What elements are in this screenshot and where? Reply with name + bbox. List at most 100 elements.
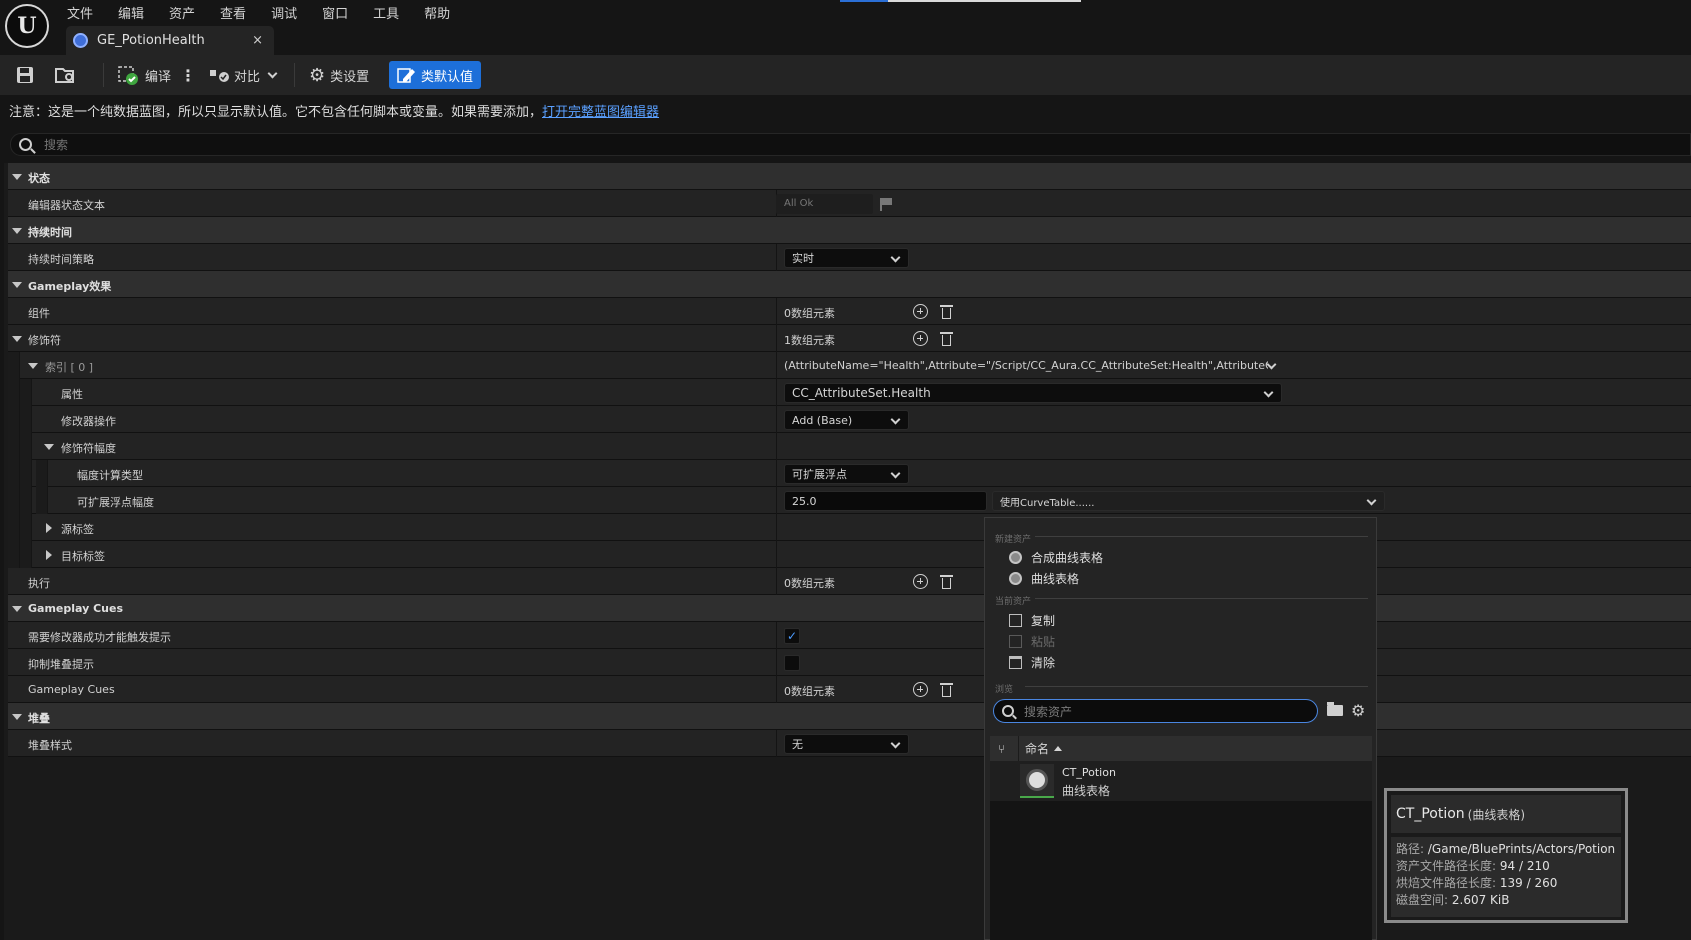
prop-suppress-stacking-cues: 抑制堆叠提示 bbox=[8, 649, 1691, 676]
browse-button[interactable] bbox=[55, 61, 77, 89]
unreal-logo-icon[interactable]: U bbox=[5, 4, 49, 48]
menu-item-new-curve-table[interactable]: 曲线表格 bbox=[1009, 569, 1079, 587]
save-button[interactable] bbox=[16, 61, 34, 89]
chevron-down-icon bbox=[890, 414, 901, 425]
list-item[interactable]: CT_Potion 曲线表格 bbox=[990, 761, 1372, 801]
prop-target-tags[interactable]: 目标标签 bbox=[8, 541, 1691, 568]
menu-window[interactable]: 窗口 bbox=[322, 3, 360, 22]
category-status[interactable]: 状态 bbox=[8, 163, 1691, 190]
open-full-editor-link[interactable]: 打开完整蓝图编辑器 bbox=[542, 101, 659, 120]
column-name[interactable]: 命名 bbox=[1025, 740, 1049, 757]
compile-options-button[interactable]: ⋮ bbox=[180, 61, 196, 89]
asset-name: CT_Potion bbox=[1062, 766, 1116, 779]
save-icon bbox=[17, 67, 33, 83]
menu-help[interactable]: 帮助 bbox=[424, 3, 462, 22]
item-label: 粘贴 bbox=[1031, 634, 1056, 649]
struct-options-dropdown[interactable] bbox=[1264, 356, 1284, 376]
search-input[interactable] bbox=[44, 137, 444, 152]
magnitude-calc-type-dropdown[interactable]: 可扩展浮点 bbox=[784, 464, 909, 484]
prop-label: 抑制堆叠提示 bbox=[28, 658, 94, 671]
trash-icon[interactable] bbox=[940, 682, 953, 697]
category-label: 堆叠 bbox=[28, 712, 50, 725]
menu-view[interactable]: 查看 bbox=[220, 3, 258, 22]
prop-modifier-magnitude[interactable]: 修饰符幅度 bbox=[8, 433, 1691, 460]
asset-path-len-value: 94 / 210 bbox=[1499, 859, 1550, 873]
collapse-arrow-icon bbox=[12, 174, 22, 180]
asset-path-len-label: 资产文件路径长度: bbox=[1396, 859, 1497, 873]
dropdown-value: 可扩展浮点 bbox=[792, 468, 847, 481]
curve-table-dropdown[interactable]: 使用CurveTable...... bbox=[992, 491, 1385, 511]
suppress-stacking-cues-checkbox[interactable] bbox=[784, 655, 800, 671]
asset-thumbnail bbox=[1020, 764, 1054, 798]
editor-status-field: All Ok bbox=[776, 194, 873, 214]
notice-text: 注意：这是一个纯数据蓝图，所以只显示默认值。它不包含任何脚本或变量。如果需要添加… bbox=[9, 104, 543, 120]
add-element-icon[interactable] bbox=[913, 304, 928, 319]
require-modifier-success-checkbox[interactable]: ✓ bbox=[784, 628, 800, 644]
class-defaults-button[interactable]: 类默认值 bbox=[389, 61, 481, 89]
search-icon bbox=[1002, 705, 1014, 717]
prop-label: 修改器操作 bbox=[61, 415, 116, 428]
disk-label: 磁盘空间: bbox=[1396, 893, 1449, 907]
window-drag-indicator bbox=[840, 0, 1081, 2]
collapse-arrow-icon bbox=[44, 444, 54, 450]
scalable-float-input[interactable]: 25.0 bbox=[784, 491, 987, 511]
array-count: 0数组元素 bbox=[784, 577, 835, 590]
class-settings-button[interactable]: ⚙ 类设置 bbox=[309, 61, 369, 89]
item-label: 曲线表格 bbox=[1031, 571, 1080, 586]
prop-label: 目标标签 bbox=[61, 550, 105, 563]
item-label: 复制 bbox=[1031, 613, 1056, 628]
category-stacking[interactable]: 堆叠 bbox=[8, 703, 1691, 730]
tooltip-title: CT_Potion bbox=[1396, 806, 1465, 822]
section-header: 浏览 bbox=[995, 685, 1014, 695]
prop-modifier-index-0[interactable]: 索引 [ 0 ] (AttributeName="Health",Attribu… bbox=[8, 352, 1691, 379]
category-duration[interactable]: 持续时间 bbox=[8, 217, 1691, 244]
prop-attribute: 属性 CC_AttributeSet.Health bbox=[8, 379, 1691, 406]
trash-icon[interactable] bbox=[940, 331, 953, 346]
add-element-icon[interactable] bbox=[913, 682, 928, 697]
asset-search-placeholder: 搜索资产 bbox=[1024, 704, 1073, 719]
gear-icon: ⚙ bbox=[309, 64, 326, 86]
diff-button[interactable]: 对比 bbox=[209, 61, 278, 89]
branch-icon[interactable]: ⑂ bbox=[998, 743, 1010, 755]
duration-policy-dropdown[interactable]: 实时 bbox=[784, 248, 909, 268]
stacking-type-dropdown[interactable]: 无 bbox=[784, 734, 909, 754]
collapse-arrow-icon bbox=[12, 336, 22, 342]
prop-require-modifier-success: 需要修改器成功才能触发提示 ✓ bbox=[8, 622, 1691, 649]
menu-item-clear[interactable]: 清除 bbox=[1009, 653, 1055, 671]
chevron-down-icon bbox=[890, 252, 901, 263]
attribute-dropdown[interactable]: CC_AttributeSet.Health bbox=[784, 383, 1282, 403]
trash-icon[interactable] bbox=[940, 304, 953, 319]
category-label: Gameplay效果 bbox=[28, 280, 112, 293]
browse-folder-icon[interactable] bbox=[1327, 702, 1343, 716]
compile-button[interactable]: 编译 bbox=[117, 61, 171, 89]
prop-source-tags[interactable]: 源标签 bbox=[8, 514, 1691, 541]
add-element-icon[interactable] bbox=[913, 331, 928, 346]
menu-item-copy[interactable]: 复制 bbox=[1009, 611, 1055, 629]
collapse-arrow-icon bbox=[12, 606, 22, 612]
menu-file[interactable]: 文件 bbox=[67, 3, 105, 22]
collapse-arrow-icon bbox=[28, 363, 38, 369]
menu-debug[interactable]: 调试 bbox=[271, 3, 309, 22]
menu-item-paste[interactable]: 粘贴 bbox=[1009, 632, 1055, 650]
asset-search[interactable]: 搜索资产 bbox=[993, 699, 1318, 723]
menu-item-new-composite-curve-table[interactable]: 合成曲线表格 bbox=[1009, 548, 1103, 566]
category-gameplay-cues[interactable]: Gameplay Cues bbox=[8, 595, 1691, 622]
gear-icon[interactable]: ⚙ bbox=[1351, 701, 1365, 720]
menu-asset[interactable]: 资产 bbox=[169, 3, 207, 22]
category-label: 持续时间 bbox=[28, 226, 72, 239]
prop-modifiers[interactable]: 修饰符 1数组元素 bbox=[8, 325, 1691, 352]
edit-defaults-icon bbox=[397, 68, 415, 83]
add-element-icon[interactable] bbox=[913, 574, 928, 589]
menu-tools[interactable]: 工具 bbox=[373, 3, 411, 22]
details-search bbox=[10, 133, 1691, 156]
copy-icon bbox=[1009, 613, 1022, 627]
modifier-op-dropdown[interactable]: Add (Base) bbox=[784, 410, 909, 430]
tab-close-icon[interactable]: × bbox=[252, 33, 263, 48]
trash-icon[interactable] bbox=[940, 574, 953, 589]
category-gameplay-effect[interactable]: Gameplay效果 bbox=[8, 271, 1691, 298]
menu-edit[interactable]: 编辑 bbox=[118, 3, 156, 22]
input-value: 25.0 bbox=[792, 494, 817, 508]
item-label: 清除 bbox=[1031, 655, 1056, 670]
prop-executions: 执行 0数组元素 bbox=[8, 568, 1691, 595]
tab-ge-potion-health[interactable]: GE_PotionHealth × bbox=[66, 26, 274, 55]
